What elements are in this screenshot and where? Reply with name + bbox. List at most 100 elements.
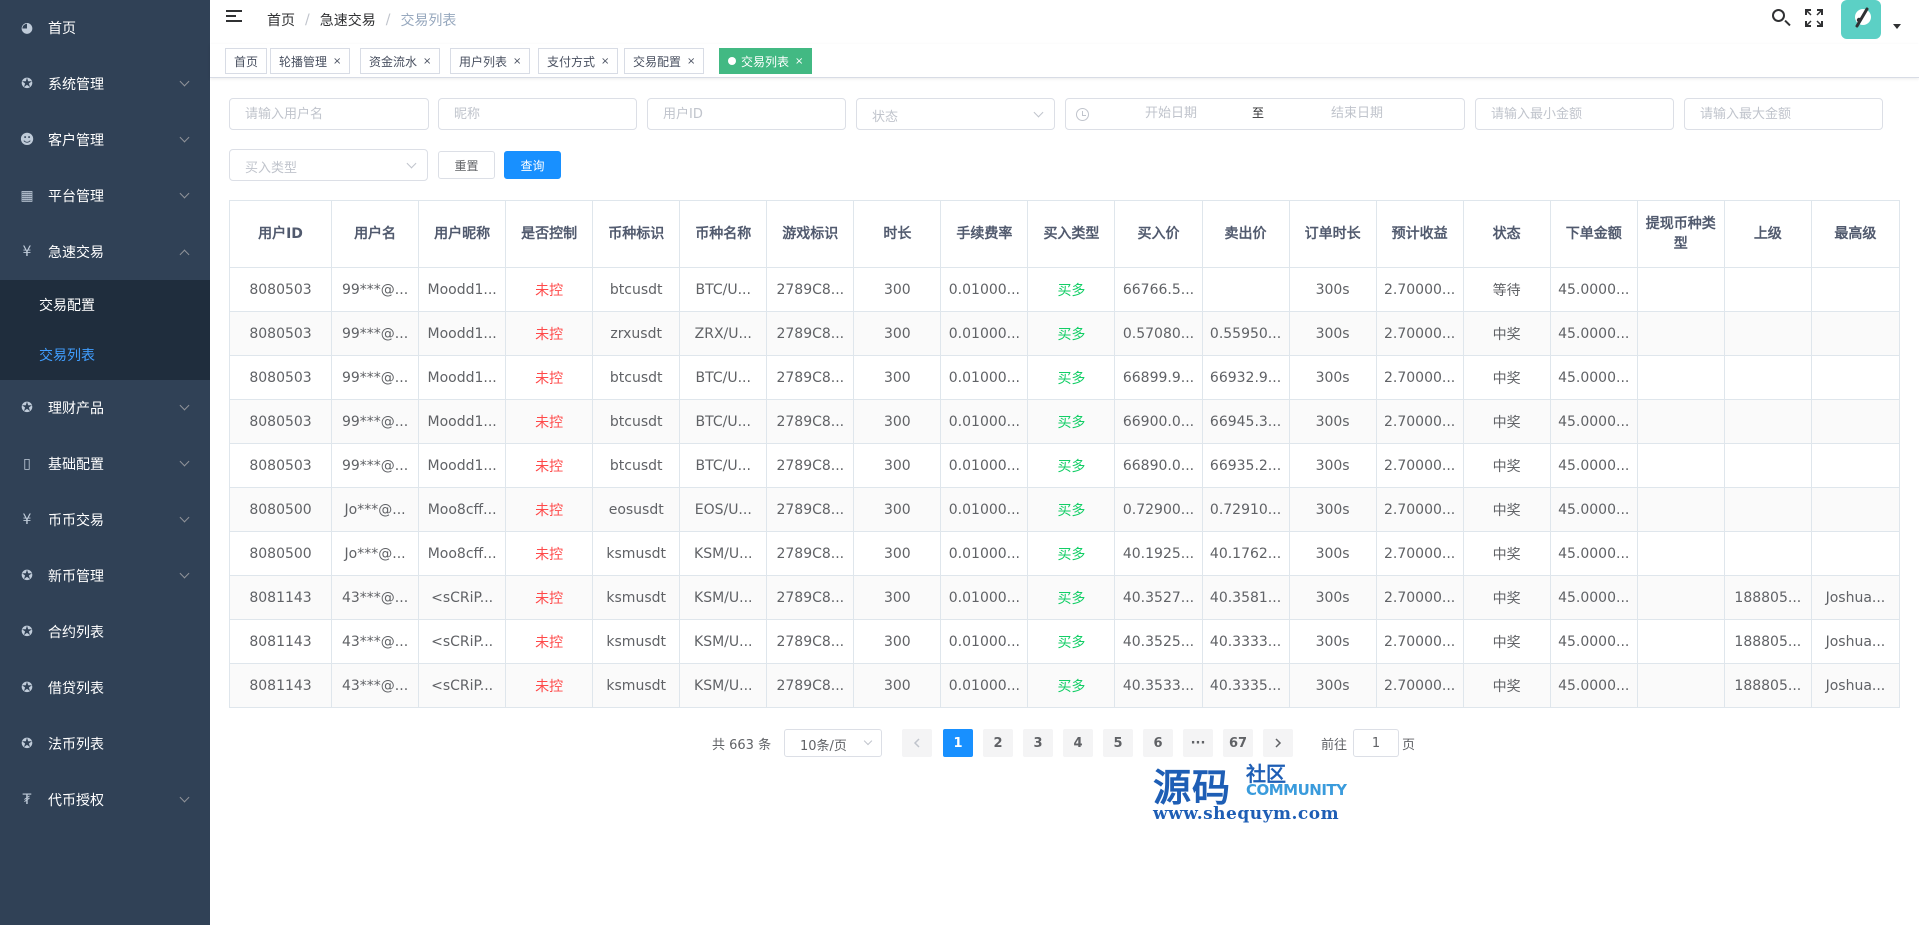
close-icon[interactable]: × [687, 56, 695, 67]
userid-input[interactable] [647, 98, 846, 130]
table-row[interactable]: 8080503 99***@... Moodd1... 未控 btcusdt BTC/U.… [228, 355, 1901, 400]
tab-tag[interactable]: 交易配置 × [624, 48, 705, 74]
column-header: 币种名称 [679, 200, 768, 268]
sidebar-item[interactable]: ✪ 合约列表 [0, 604, 210, 660]
sidebar-item[interactable]: ¥ 急速交易 [0, 224, 210, 280]
table-row[interactable]: 8080503 99***@... Moodd1... 未控 zrxusdt ZRX/U.… [228, 311, 1901, 356]
table-row[interactable]: 8080503 99***@... Moodd1... 未控 btcusdt BTC/U.… [228, 399, 1901, 444]
avatar-dropdown-caret-icon[interactable] [1893, 24, 1901, 29]
sidebar-item[interactable]: ☻ 客户管理 [0, 112, 210, 168]
table-cell: 8080500 [228, 487, 333, 532]
table-cell: KSM/U... [679, 531, 768, 576]
table-cell: 300s [1288, 443, 1377, 488]
table-cell: btcusdt [592, 399, 681, 444]
search-icon[interactable] [1771, 8, 1791, 28]
avatar[interactable] [1841, 0, 1881, 39]
table-cell: 300 [853, 663, 942, 708]
table-cell: 中奖 [1462, 619, 1551, 664]
table-cell: <sCRiP... [418, 619, 507, 664]
sidebar-item[interactable]: ¥ 币币交易 [0, 492, 210, 548]
page-number-button[interactable]: 4 [1063, 729, 1093, 757]
table-row[interactable]: 8081143 43***@... <sCRiP... 未控 ksmusdt KSM/U.… [228, 619, 1901, 664]
table-cell: 300 [853, 399, 942, 444]
goto-page-input[interactable] [1353, 729, 1399, 757]
chevron-down-icon [179, 132, 190, 143]
column-header: 游戏标识 [766, 200, 855, 268]
close-icon[interactable]: × [795, 56, 803, 67]
page-number-button[interactable]: 5 [1103, 729, 1133, 757]
table-cell [1723, 443, 1812, 488]
breadcrumb-fast-trade[interactable]: 急速交易 [320, 10, 376, 30]
min-amount-input[interactable] [1475, 98, 1674, 130]
sidebar-item[interactable]: ▯ 基础配置 [0, 436, 210, 492]
page-number-button[interactable]: 6 [1143, 729, 1173, 757]
table-cell: eosusdt [592, 487, 681, 532]
prev-page-button[interactable] [902, 729, 932, 757]
close-icon[interactable]: × [601, 56, 609, 67]
page-number-button[interactable]: 2 [983, 729, 1013, 757]
buy-type-select[interactable]: 买入类型 [229, 149, 428, 181]
close-icon[interactable]: × [513, 56, 521, 67]
sidebar-item[interactable]: ✪ 借贷列表 [0, 660, 210, 716]
nickname-input[interactable] [438, 98, 637, 130]
end-date-input[interactable]: 结束日期 [1272, 99, 1442, 129]
page-size-select[interactable]: 10条/页 [784, 729, 882, 757]
table-cell: 99***@... [331, 355, 420, 400]
column-header: 下单金额 [1549, 200, 1638, 268]
table-row[interactable]: 8080500 Jo***@... Moo8cff... 未控 ksmusdt KSM/U… [228, 531, 1901, 576]
tab-tag[interactable]: 用户列表 × [450, 48, 531, 74]
sidebar-subitem-trade-config[interactable]: 交易配置 [0, 280, 210, 330]
table-cell: 300 [853, 531, 942, 576]
page-number-button[interactable]: 67 [1223, 729, 1253, 757]
page-number-button[interactable]: 1 [943, 729, 973, 757]
table-row[interactable]: 8080500 Jo***@... Moo8cff... 未控 eosusdt EOS/U… [228, 487, 1901, 532]
tab-tag[interactable]: 交易列表 × [719, 48, 813, 74]
breadcrumb-home[interactable]: 首页 [267, 10, 295, 30]
hamburger-menu-icon[interactable] [226, 10, 242, 24]
next-page-button[interactable] [1263, 729, 1293, 757]
column-header: 用户名 [331, 200, 420, 268]
table-row[interactable]: 8081143 43***@... <sCRiP... 未控 ksmusdt KSM/U.… [228, 663, 1901, 708]
sidebar-subitem-trade-list[interactable]: 交易列表 [0, 330, 210, 380]
date-range-picker[interactable]: 开始日期 至 结束日期 [1065, 98, 1465, 130]
table-cell: 中奖 [1462, 663, 1551, 708]
chevron-down-icon [406, 158, 417, 169]
tab-tag[interactable]: 轮播管理 × [270, 48, 351, 74]
close-icon[interactable]: × [333, 56, 341, 67]
table-cell: Joshua... [1810, 663, 1901, 708]
table-cell: 2.70000... [1375, 487, 1464, 532]
dashboard-icon: ◕ [20, 20, 34, 36]
page-number-button[interactable]: 3 [1023, 729, 1053, 757]
table-cell: 买多 [1027, 663, 1116, 708]
sidebar-item-label: 急速交易 [48, 245, 104, 261]
table-row[interactable]: 8080503 99***@... Moodd1... 未控 btcusdt BTC/U.… [228, 267, 1901, 312]
sidebar-item[interactable]: ▦ 平台管理 [0, 168, 210, 224]
table-row[interactable]: 8080503 99***@... Moodd1... 未控 btcusdt BTC/U.… [228, 443, 1901, 488]
active-dot-icon [728, 57, 736, 65]
sidebar-item[interactable]: ✪ 新币管理 [0, 548, 210, 604]
column-header: 用户昵称 [418, 200, 507, 268]
table-cell: 8081143 [228, 619, 333, 664]
sidebar-item[interactable]: ◕ 首页 [0, 0, 210, 56]
username-input[interactable] [229, 98, 429, 130]
start-date-input[interactable]: 开始日期 [1096, 99, 1246, 129]
status-select[interactable]: 状态 [856, 98, 1055, 130]
more-pages-button[interactable]: ··· [1183, 729, 1213, 757]
query-button[interactable]: 查询 [504, 151, 561, 179]
table-cell: 40.3581... [1201, 575, 1290, 620]
sidebar-item[interactable]: ✪ 系统管理 [0, 56, 210, 112]
table-row[interactable]: 8081143 43***@... <sCRiP... 未控 ksmusdt KSM/U.… [228, 575, 1901, 620]
reset-button[interactable]: 重置 [438, 151, 495, 179]
tab-tag[interactable]: 支付方式 × [538, 48, 619, 74]
max-amount-input[interactable] [1684, 98, 1883, 130]
table-cell: 99***@... [331, 399, 420, 444]
tab-tag[interactable]: 资金流水 × [360, 48, 441, 74]
fullscreen-icon[interactable] [1805, 9, 1823, 27]
table-cell [1810, 443, 1901, 488]
column-header: 最高级 [1810, 200, 1901, 268]
sidebar-item[interactable]: ₮ 代币授权 [0, 772, 210, 828]
tab-tag[interactable]: 首页 [225, 48, 268, 74]
sidebar-item[interactable]: ✪ 理财产品 [0, 380, 210, 436]
sidebar-item-label: 借贷列表 [48, 681, 104, 697]
close-icon[interactable]: × [423, 56, 431, 67]
